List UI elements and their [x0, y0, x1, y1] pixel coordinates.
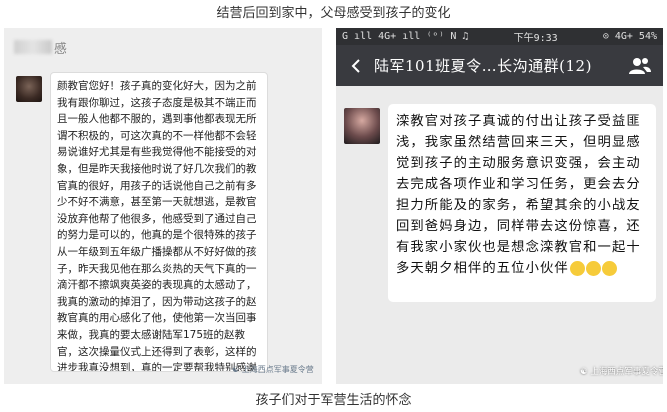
watermark-logo-icon: ☯	[580, 367, 591, 377]
status-bar: G ıll 4G+ ıll ⁽ᵒ⁾ N ♫ 下午9:33 ⊙ 4G+ 54%	[336, 28, 663, 45]
top-caption: 结营后回到家中，父母感受到孩子的变化	[216, 6, 451, 21]
back-arrow-icon[interactable]	[344, 54, 368, 78]
avatar[interactable]	[344, 108, 380, 144]
right-watermark: ☯ 上海西点军事夏令营	[580, 365, 663, 377]
group-members-icon[interactable]	[625, 51, 655, 81]
sender-name-suffix: 慼	[54, 41, 68, 57]
wink-emoji-icon	[585, 261, 601, 276]
laugh-emoji-icon	[569, 261, 585, 276]
left-message-text: 颜教官您好！孩子真的变化好大，因为之前我有跟你聊过，这孩子态度是极其不端正而且一…	[57, 80, 257, 372]
left-chat-screenshot: 慼 颜教官您好！孩子真的变化好大，因为之前我有跟你聊过，这孩子态度是极其不端正而…	[4, 28, 322, 384]
chat-nav-bar: 陆军101班夏令…长沟通群(12)	[336, 45, 663, 86]
blush-emoji-icon	[601, 261, 617, 276]
status-time: 下午9:33	[513, 33, 558, 44]
left-watermark: ☯ 上海西点军事夏令营	[232, 364, 314, 375]
left-message-bubble: 颜教官您好！孩子真的变化好大，因为之前我有跟你聊过，这孩子态度是极其不端正而且一…	[50, 72, 268, 372]
watermark-logo-icon: ☯	[232, 365, 242, 374]
blurred-sender-name	[14, 40, 52, 54]
right-message-text: 滦教官对孩子真诚的付出让孩子受益匪浅，我家虽然结营回来三天，但明显感觉到孩子的主…	[396, 114, 641, 276]
left-watermark-text: 上海西点军事夏令营	[241, 365, 314, 374]
bottom-caption: 孩子们对于军营生活的怀念	[255, 393, 412, 408]
right-chat-screenshot: G ıll 4G+ ıll ⁽ᵒ⁾ N ♫ 下午9:33 ⊙ 4G+ 54% 陆…	[336, 28, 663, 384]
status-right: ⊙ 4G+ 54%	[602, 31, 657, 42]
left-chat-header: 慼	[4, 28, 322, 66]
status-left: G ıll 4G+ ıll ⁽ᵒ⁾ N ♫	[342, 31, 469, 42]
right-message-bubble: 滦教官对孩子真诚的付出让孩子受益匪浅，我家虽然结营回来三天，但明显感觉到孩子的主…	[388, 104, 656, 302]
chat-title: 陆军101班夏令…长沟通群(12)	[374, 57, 592, 75]
right-watermark-text: 上海西点军事夏令营	[590, 367, 663, 377]
avatar[interactable]	[16, 76, 42, 102]
